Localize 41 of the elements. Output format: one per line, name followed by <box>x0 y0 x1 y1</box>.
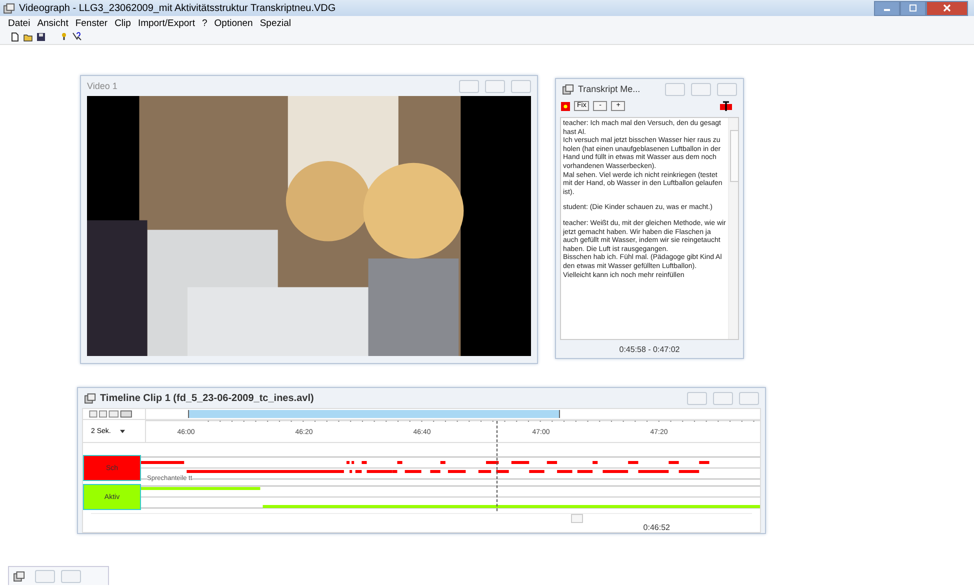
help-pointer-icon[interactable] <box>72 32 82 42</box>
menu-item[interactable]: Ansicht <box>37 18 68 28</box>
app-icon <box>3 2 16 14</box>
time-range: 0:45:58 - 0:47:02 <box>619 344 680 354</box>
text-tool-icon[interactable] <box>720 101 732 111</box>
window-icon <box>562 84 575 94</box>
minimized-window[interactable] <box>8 566 109 585</box>
new-file-icon[interactable] <box>10 32 20 42</box>
minimize-button[interactable] <box>665 82 685 96</box>
close-icon <box>942 4 952 12</box>
window-icon <box>13 570 26 582</box>
window-title: Videograph - LLG3_23062009_mit Aktivitätsstruktur Transkriptneu.VDG <box>19 2 336 14</box>
menu-item[interactable]: Datei <box>8 18 30 28</box>
window-title: Video 1 <box>87 81 118 91</box>
record-icon[interactable] <box>561 102 570 110</box>
restore-button[interactable] <box>485 80 505 92</box>
caret-icon <box>118 428 126 434</box>
window-title: Timeline Clip 1 (fd_5_23-06-2009_tc_ines.avl) <box>100 392 314 404</box>
minimize-button[interactable] <box>874 0 900 16</box>
save-icon[interactable] <box>36 32 46 42</box>
menu-item[interactable]: Fenster <box>75 18 108 28</box>
menu-item[interactable]: ? <box>202 18 208 28</box>
restore-button[interactable] <box>691 82 711 96</box>
menu-item[interactable]: Optionen <box>214 18 253 28</box>
menu-item[interactable]: Clip <box>114 18 131 28</box>
minimize-button[interactable] <box>687 392 707 404</box>
minimize-button[interactable] <box>459 80 479 92</box>
selection-range-bar[interactable] <box>188 410 560 418</box>
window-title: Transkript Me... <box>578 84 640 94</box>
open-folder-icon[interactable] <box>23 32 33 42</box>
menu-item[interactable]: Spezial <box>260 18 291 28</box>
maximize-icon <box>908 4 918 12</box>
window-icon <box>84 392 97 404</box>
maximize-button[interactable] <box>900 0 926 16</box>
restore-button[interactable] <box>713 392 733 404</box>
menu-item[interactable]: Import/Export <box>138 18 195 28</box>
restore-button[interactable] <box>35 570 55 582</box>
pin-icon[interactable] <box>59 32 69 42</box>
close-button[interactable] <box>926 0 968 16</box>
current-time: 0:46:52 <box>643 522 670 532</box>
playback-controls-icon[interactable] <box>87 410 135 418</box>
